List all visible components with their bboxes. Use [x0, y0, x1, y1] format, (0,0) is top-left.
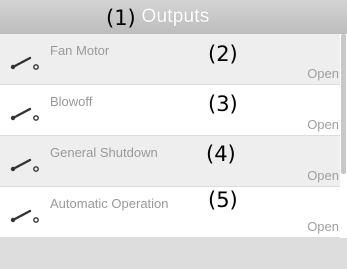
open-switch-icon	[10, 209, 39, 223]
scrollbar[interactable]	[340, 34, 347, 234]
output-state: Open	[307, 117, 339, 132]
outputs-screen: Outputs (1) Fan Motor Open (2) Blowoff O…	[0, 0, 347, 269]
callout-1: (1)	[106, 6, 136, 30]
output-state: Open	[307, 219, 339, 234]
output-row-automatic-operation[interactable]: Automatic Operation Open	[0, 187, 340, 238]
open-switch-icon	[10, 56, 39, 70]
output-row-general-shutdown[interactable]: General Shutdown Open	[0, 136, 340, 187]
outputs-list: Fan Motor Open (2) Blowoff Open (3) Gene…	[0, 34, 347, 238]
callout-5: (5)	[208, 188, 238, 212]
scrollbar-thumb[interactable]	[341, 34, 346, 174]
callout-3: (3)	[208, 92, 238, 116]
output-state: Open	[307, 66, 339, 81]
output-label: General Shutdown	[50, 145, 158, 160]
output-label: Fan Motor	[50, 43, 110, 58]
output-label: Blowoff	[50, 94, 93, 109]
output-state: Open	[307, 168, 339, 183]
callout-4: (4)	[206, 142, 236, 166]
open-switch-icon	[10, 158, 39, 172]
output-row-fan-motor[interactable]: Fan Motor Open	[0, 34, 340, 85]
open-switch-icon	[10, 107, 39, 121]
output-row-blowoff[interactable]: Blowoff Open	[0, 85, 340, 136]
callout-2: (2)	[208, 42, 238, 66]
output-label: Automatic Operation	[50, 196, 169, 211]
footer-bar	[0, 238, 347, 269]
header-bar: Outputs	[0, 0, 347, 34]
page-title: Outputs	[141, 6, 210, 27]
